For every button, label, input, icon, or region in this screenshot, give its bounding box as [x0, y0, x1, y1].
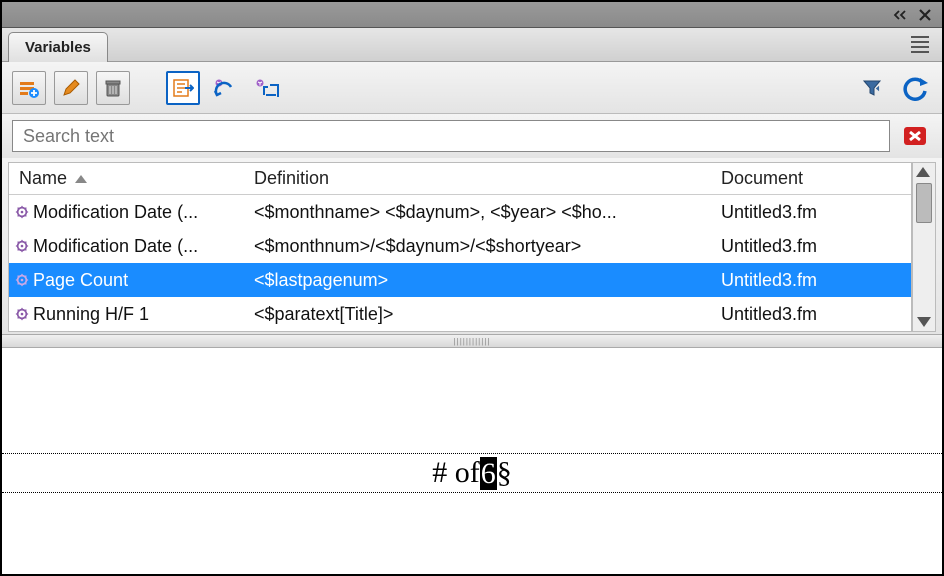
- cell-definition: <$lastpagenum>: [254, 270, 388, 290]
- doc-variable-value[interactable]: 6: [480, 457, 497, 490]
- refresh-button[interactable]: [898, 71, 932, 105]
- cell-document: Untitled3.fm: [721, 304, 817, 324]
- search-input[interactable]: [12, 120, 890, 152]
- table-row[interactable]: Modification Date (... <$monthname> <$da…: [9, 195, 911, 229]
- cell-name: Running H/F 1: [33, 304, 149, 325]
- panel-titlebar: [2, 2, 942, 28]
- column-header-name[interactable]: Name: [9, 168, 244, 189]
- cell-document: Untitled3.fm: [721, 270, 817, 290]
- document-area[interactable]: # of 6 §: [2, 348, 942, 574]
- toolbar: [2, 62, 942, 114]
- column-document-label: Document: [721, 168, 803, 188]
- collapse-icon[interactable]: [892, 7, 910, 23]
- new-variable-button[interactable]: [12, 71, 46, 105]
- cell-name: Modification Date (...: [33, 236, 198, 257]
- filter-button[interactable]: [856, 71, 890, 105]
- cell-definition: <$monthname> <$daynum>, <$year> <$ho...: [254, 202, 617, 222]
- document-text-line: # of 6 §: [2, 453, 942, 493]
- gear-icon: [15, 273, 29, 287]
- clear-search-button[interactable]: [898, 121, 932, 151]
- cell-document: Untitled3.fm: [721, 236, 817, 256]
- column-header-row: Name Definition Document: [9, 163, 911, 195]
- gear-icon: [15, 307, 29, 321]
- scrollbar[interactable]: [912, 162, 936, 332]
- tab-label: Variables: [25, 39, 91, 56]
- scroll-down-icon[interactable]: [917, 317, 931, 327]
- edit-variable-button[interactable]: [54, 71, 88, 105]
- delete-variable-button[interactable]: [96, 71, 130, 105]
- table-row[interactable]: Modification Date (... <$monthnum>/<$day…: [9, 229, 911, 263]
- tab-bar: Variables: [2, 28, 942, 62]
- table-row[interactable]: Running H/F 1 <$paratext[Title]> Untitle…: [9, 297, 911, 331]
- convert-variable-button[interactable]: [208, 71, 242, 105]
- search-row: [2, 114, 942, 158]
- cell-name: Page Count: [33, 270, 128, 291]
- doc-prefix: # of: [432, 456, 480, 490]
- column-header-document[interactable]: Document: [711, 168, 911, 189]
- cell-name: Modification Date (...: [33, 202, 198, 223]
- column-definition-label: Definition: [254, 168, 329, 188]
- close-icon[interactable]: [916, 7, 934, 23]
- column-header-definition[interactable]: Definition: [244, 168, 711, 189]
- insert-variable-button[interactable]: [166, 71, 200, 105]
- variables-table-wrap: Name Definition Document Modification Da…: [2, 158, 942, 334]
- table-row[interactable]: Page Count <$lastpagenum> Untitled3.fm: [9, 263, 911, 297]
- sort-ascending-icon: [75, 175, 87, 183]
- cell-definition: <$paratext[Title]>: [254, 304, 393, 324]
- gear-icon: [15, 205, 29, 219]
- tab-variables[interactable]: Variables: [8, 32, 108, 62]
- panel-menu-icon[interactable]: [908, 34, 932, 54]
- resize-grip[interactable]: ||||||||||||: [2, 334, 942, 348]
- variables-table: Name Definition Document Modification Da…: [8, 162, 912, 332]
- doc-suffix: §: [497, 456, 512, 490]
- cell-definition: <$monthnum>/<$daynum>/<$shortyear>: [254, 236, 581, 256]
- gear-icon: [15, 239, 29, 253]
- cell-document: Untitled3.fm: [721, 202, 817, 222]
- update-variable-button[interactable]: [250, 71, 284, 105]
- column-name-label: Name: [19, 168, 67, 189]
- scroll-up-icon[interactable]: [916, 167, 930, 177]
- scroll-thumb[interactable]: [916, 183, 932, 223]
